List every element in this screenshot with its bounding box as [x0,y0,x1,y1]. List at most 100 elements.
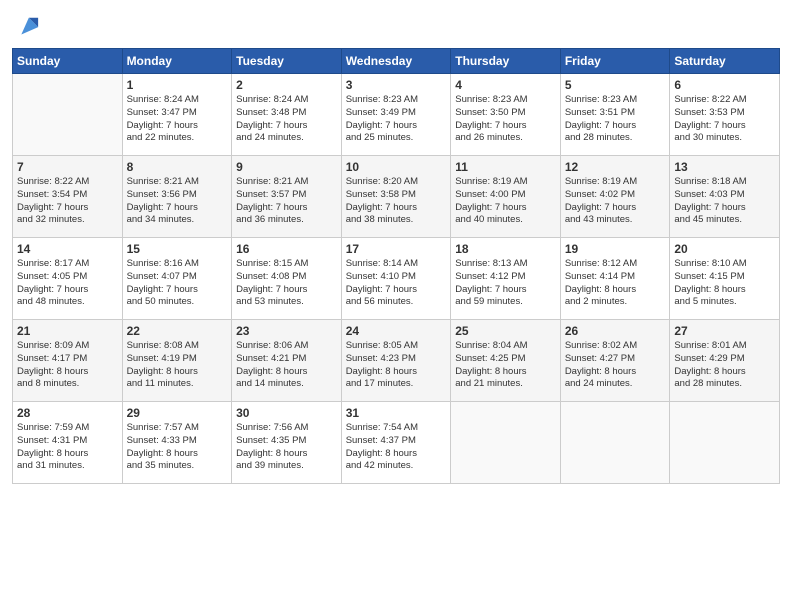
calendar-cell: 14Sunrise: 8:17 AMSunset: 4:05 PMDayligh… [13,238,123,320]
week-row-2: 14Sunrise: 8:17 AMSunset: 4:05 PMDayligh… [13,238,780,320]
calendar-cell [560,402,670,484]
day-info: Sunrise: 7:54 AMSunset: 4:37 PMDaylight:… [346,422,447,473]
day-info: Sunrise: 8:14 AMSunset: 4:10 PMDaylight:… [346,258,447,309]
logo [12,14,44,42]
header-wednesday: Wednesday [341,49,451,74]
day-number: 14 [17,242,118,256]
day-info: Sunrise: 8:09 AMSunset: 4:17 PMDaylight:… [17,340,118,391]
day-info: Sunrise: 8:13 AMSunset: 4:12 PMDaylight:… [455,258,556,309]
day-info: Sunrise: 8:15 AMSunset: 4:08 PMDaylight:… [236,258,337,309]
day-info: Sunrise: 8:20 AMSunset: 3:58 PMDaylight:… [346,176,447,227]
day-info: Sunrise: 8:19 AMSunset: 4:02 PMDaylight:… [565,176,666,227]
day-info: Sunrise: 8:21 AMSunset: 3:56 PMDaylight:… [127,176,228,227]
day-number: 9 [236,160,337,174]
day-number: 13 [674,160,775,174]
day-number: 12 [565,160,666,174]
day-number: 3 [346,78,447,92]
day-info: Sunrise: 8:23 AMSunset: 3:49 PMDaylight:… [346,94,447,145]
day-number: 20 [674,242,775,256]
day-number: 16 [236,242,337,256]
day-number: 22 [127,324,228,338]
calendar-cell: 17 Sunrise: 8:14 AMSunset: 4:10 PMDayligh… [341,238,451,320]
header-thursday: Thursday [451,49,561,74]
day-info: Sunrise: 8:22 AMSunset: 3:53 PMDaylight:… [674,94,775,145]
calendar-cell: 30Sunrise: 7:56 AMSunset: 4:35 PMDayligh… [232,402,342,484]
day-info: Sunrise: 8:19 AMSunset: 4:00 PMDaylight:… [455,176,556,227]
week-row-1: 7Sunrise: 8:22 AMSunset: 3:54 PMDaylight… [13,156,780,238]
day-info: Sunrise: 8:21 AMSunset: 3:57 PMDaylight:… [236,176,337,227]
day-number: 18 [455,242,556,256]
day-info: Sunrise: 7:59 AMSunset: 4:31 PMDaylight:… [17,422,118,473]
calendar-cell [670,402,780,484]
day-number: 23 [236,324,337,338]
day-info: Sunrise: 8:08 AMSunset: 4:19 PMDaylight:… [127,340,228,391]
day-info: Sunrise: 8:05 AMSunset: 4:23 PMDaylight:… [346,340,447,391]
calendar-cell: 5Sunrise: 8:23 AMSunset: 3:51 PMDaylight… [560,74,670,156]
calendar-cell: 10 Sunrise: 8:20 AMSunset: 3:58 PMDayligh… [341,156,451,238]
header-monday: Monday [122,49,232,74]
calendar-cell: 28 Sunrise: 7:59 AMSunset: 4:31 PMDayligh… [13,402,123,484]
day-number: 21 [17,324,118,338]
day-info: Sunrise: 8:18 AMSunset: 4:03 PMDaylight:… [674,176,775,227]
day-info: Sunrise: 8:23 AMSunset: 3:50 PMDaylight:… [455,94,556,145]
day-number: 27 [674,324,775,338]
day-number: 17 [346,242,447,256]
header-tuesday: Tuesday [232,49,342,74]
calendar-cell [451,402,561,484]
day-number: 8 [127,160,228,174]
day-number: 15 [127,242,228,256]
day-number: 1 [127,78,228,92]
calendar-cell: 1 Sunrise: 8:24 AMSunset: 3:47 PMDaylight… [122,74,232,156]
calendar-header-row: SundayMondayTuesdayWednesdayThursdayFrid… [13,49,780,74]
day-number: 28 [17,406,118,420]
calendar-cell: 11 Sunrise: 8:19 AMSunset: 4:00 PMDayligh… [451,156,561,238]
header-saturday: Saturday [670,49,780,74]
day-info: Sunrise: 8:24 AMSunset: 3:48 PMDaylight:… [236,94,337,145]
day-info: Sunrise: 8:24 AMSunset: 3:47 PMDaylight:… [127,94,228,145]
calendar-cell: 24Sunrise: 8:05 AMSunset: 4:23 PMDayligh… [341,320,451,402]
calendar-cell: 9 Sunrise: 8:21 AMSunset: 3:57 PMDaylight… [232,156,342,238]
calendar-cell: 25 Sunrise: 8:04 AMSunset: 4:25 PMDayligh… [451,320,561,402]
calendar-cell: 4 Sunrise: 8:23 AMSunset: 3:50 PMDaylight… [451,74,561,156]
day-number: 11 [455,160,556,174]
calendar-cell: 3 Sunrise: 8:23 AMSunset: 3:49 PMDaylight… [341,74,451,156]
calendar-table: SundayMondayTuesdayWednesdayThursdayFrid… [12,48,780,484]
calendar-cell: 27Sunrise: 8:01 AMSunset: 4:29 PMDayligh… [670,320,780,402]
calendar-cell: 12 Sunrise: 8:19 AMSunset: 4:02 PMDayligh… [560,156,670,238]
day-info: Sunrise: 8:12 AMSunset: 4:14 PMDaylight:… [565,258,666,309]
day-info: Sunrise: 7:57 AMSunset: 4:33 PMDaylight:… [127,422,228,473]
day-info: Sunrise: 8:16 AMSunset: 4:07 PMDaylight:… [127,258,228,309]
header-sunday: Sunday [13,49,123,74]
day-number: 26 [565,324,666,338]
week-row-4: 28 Sunrise: 7:59 AMSunset: 4:31 PMDayligh… [13,402,780,484]
calendar-cell: 13 Sunrise: 8:18 AMSunset: 4:03 PMDayligh… [670,156,780,238]
calendar-cell: 22 Sunrise: 8:08 AMSunset: 4:19 PMDayligh… [122,320,232,402]
calendar-cell: 16 Sunrise: 8:15 AMSunset: 4:08 PMDayligh… [232,238,342,320]
day-number: 29 [127,406,228,420]
day-number: 4 [455,78,556,92]
day-info: Sunrise: 8:02 AMSunset: 4:27 PMDaylight:… [565,340,666,391]
day-number: 2 [236,78,337,92]
calendar-cell: 2 Sunrise: 8:24 AMSunset: 3:48 PMDaylight… [232,74,342,156]
calendar-cell: 8 Sunrise: 8:21 AMSunset: 3:56 PMDaylight… [122,156,232,238]
day-info: Sunrise: 8:04 AMSunset: 4:25 PMDaylight:… [455,340,556,391]
calendar-cell: 21 Sunrise: 8:09 AMSunset: 4:17 PMDayligh… [13,320,123,402]
day-info: Sunrise: 8:10 AMSunset: 4:15 PMDaylight:… [674,258,775,309]
day-number: 30 [236,406,337,420]
day-number: 6 [674,78,775,92]
calendar-cell [13,74,123,156]
calendar-cell: 23 Sunrise: 8:06 AMSunset: 4:21 PMDayligh… [232,320,342,402]
week-row-3: 21 Sunrise: 8:09 AMSunset: 4:17 PMDayligh… [13,320,780,402]
calendar-cell: 15 Sunrise: 8:16 AMSunset: 4:07 PMDayligh… [122,238,232,320]
day-number: 19 [565,242,666,256]
day-info: Sunrise: 8:06 AMSunset: 4:21 PMDaylight:… [236,340,337,391]
calendar-cell: 29 Sunrise: 7:57 AMSunset: 4:33 PMDayligh… [122,402,232,484]
header-friday: Friday [560,49,670,74]
calendar-cell: 19 Sunrise: 8:12 AMSunset: 4:14 PMDayligh… [560,238,670,320]
calendar-cell: 18 Sunrise: 8:13 AMSunset: 4:12 PMDayligh… [451,238,561,320]
calendar-cell: 7Sunrise: 8:22 AMSunset: 3:54 PMDaylight… [13,156,123,238]
calendar-cell: 31Sunrise: 7:54 AMSunset: 4:37 PMDayligh… [341,402,451,484]
day-number: 25 [455,324,556,338]
day-number: 7 [17,160,118,174]
day-number: 10 [346,160,447,174]
